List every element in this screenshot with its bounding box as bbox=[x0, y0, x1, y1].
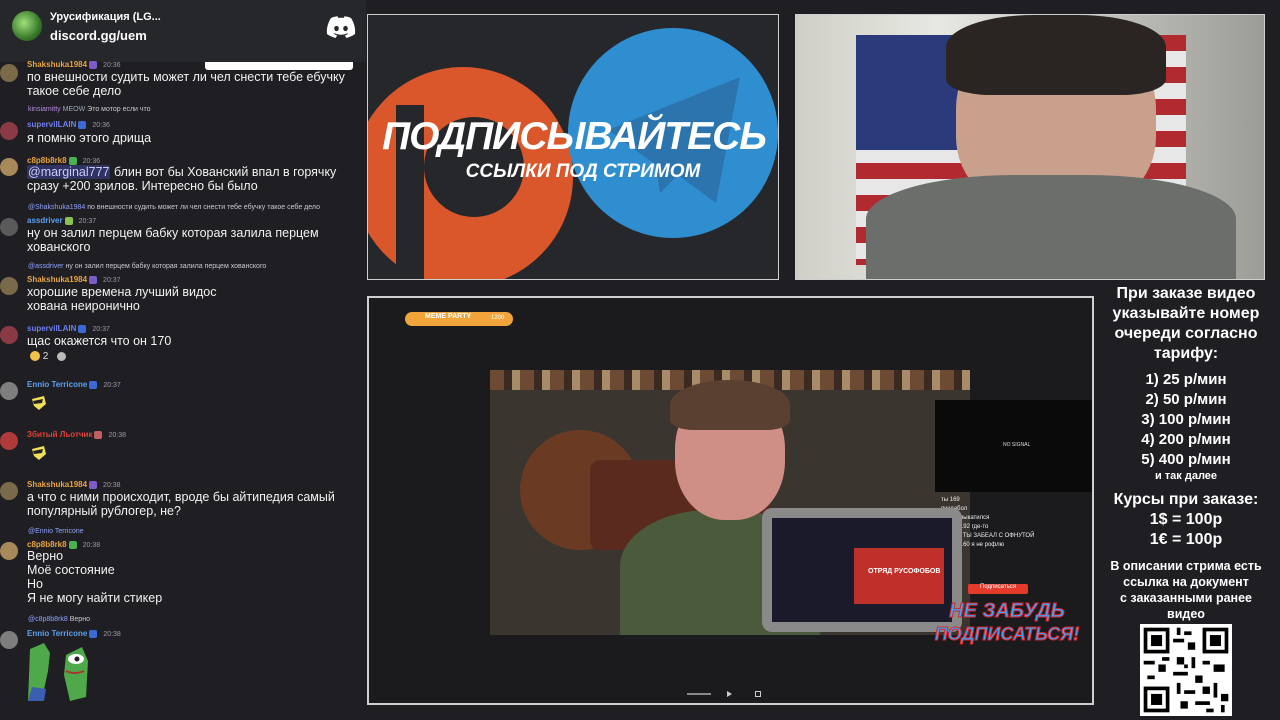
message-text: щас окажется что он 170 bbox=[27, 334, 172, 348]
sticker-icon bbox=[32, 396, 46, 410]
course-rate: 1€ = 100р bbox=[1149, 531, 1223, 548]
message-text: по внешности судить может ли чел снести … bbox=[27, 70, 345, 98]
sticker-icon bbox=[32, 446, 46, 460]
username: assdriver 20:37 bbox=[27, 216, 97, 225]
avatar bbox=[0, 542, 18, 560]
main-video-panel: МЕМЕ PARTY 1200 NO SIGNAL ты 169 пиздабо… bbox=[367, 296, 1094, 705]
no-signal-box: NO SIGNAL bbox=[935, 400, 1092, 492]
course-rate: 1$ = 100р bbox=[1149, 511, 1223, 528]
order-text-line: очереди согласно bbox=[1114, 325, 1258, 342]
description-line: видео bbox=[1167, 607, 1205, 621]
volume-slider[interactable] bbox=[687, 693, 711, 695]
server-invite-link[interactable]: discord.gg/uem bbox=[50, 28, 147, 43]
chat-message: Збитый Льотчик 20:38 bbox=[0, 428, 366, 468]
chat-message: c8p8b8rk8 20:38 Верно Моё состояние Но Я … bbox=[0, 538, 366, 605]
order-text-line: тарифу: bbox=[1153, 345, 1219, 362]
fullscreen-icon[interactable] bbox=[755, 691, 761, 697]
username: Shakshuka1984 20:38 bbox=[27, 480, 121, 489]
description-line: ссылка на документ bbox=[1123, 575, 1249, 589]
avatar bbox=[0, 326, 18, 344]
username: c8p8b8rk8 20:36 bbox=[27, 156, 101, 165]
meme-party-progress: МЕМЕ PARTY 1200 bbox=[405, 312, 513, 326]
avatar bbox=[0, 64, 18, 82]
avatar bbox=[0, 277, 18, 295]
chat-message: Shakshuka1984 20:36 по внешности судить м… bbox=[0, 58, 366, 98]
tariff-item: 4) 200 р/мин bbox=[1141, 431, 1231, 448]
pepe-sticker-icon bbox=[28, 643, 88, 701]
chat-message: Shakshuka1984 20:38 а что с ними происход… bbox=[0, 478, 366, 522]
avatar bbox=[0, 631, 18, 649]
person-shirt bbox=[866, 175, 1236, 279]
username: Shakshuka1984 20:37 bbox=[27, 275, 121, 284]
message-line: Я не могу найти стикер bbox=[27, 591, 163, 605]
player-controls[interactable] bbox=[685, 690, 775, 698]
user-mention[interactable]: @marginal777 bbox=[27, 165, 111, 179]
add-reaction-icon[interactable] bbox=[57, 351, 67, 361]
chat-message: supervilLAIN 20:36 я помню этого дрища bbox=[0, 118, 366, 148]
server-name: Урусификация (LG... bbox=[50, 11, 161, 23]
avatar bbox=[0, 122, 18, 140]
tariff-item: 2) 50 р/мин bbox=[1145, 391, 1227, 408]
promo-headline: ПОДПИСЫВАЙТЕСЬ bbox=[382, 115, 767, 158]
message-text: а что с ними происходит, вроде бы айтипе… bbox=[27, 490, 335, 518]
reply-preview: @c8p8b8rk8 Верно bbox=[28, 616, 90, 623]
username: Shakshuka1984 20:36 bbox=[27, 60, 121, 69]
message-text: ну он залил перцем бабку которая залила … bbox=[27, 226, 319, 254]
username: c8p8b8rk8 20:38 bbox=[27, 540, 101, 549]
courses-title: Курсы при заказе: bbox=[1113, 491, 1259, 508]
avatar bbox=[0, 432, 18, 450]
message-line: Но bbox=[27, 577, 43, 591]
qr-code-icon[interactable] bbox=[1140, 624, 1232, 716]
avatar bbox=[0, 482, 18, 500]
play-icon[interactable] bbox=[727, 691, 732, 697]
message-line: Моё состояние bbox=[27, 563, 115, 577]
description-line: с заказанными ранее bbox=[1119, 591, 1252, 605]
chat-message: assdriver 20:37 ну он залил перцем бабку … bbox=[0, 214, 366, 254]
tariff-item: 1) 25 р/мин bbox=[1145, 371, 1227, 388]
video-thumbnail: ОТРЯД РУСОФОБОВ bbox=[854, 548, 944, 604]
promo-panel: ПОДПИСЫВАЙТЕСЬ ССЫЛКИ ПОД СТРИМОМ bbox=[367, 14, 779, 280]
message-text: я помню этого дрища bbox=[27, 131, 152, 145]
avatar bbox=[0, 382, 18, 400]
promo-subline: ССЫЛКИ ПОД СТРИМОМ bbox=[465, 161, 701, 182]
avatar bbox=[0, 218, 18, 236]
username: supervilLAIN 20:36 bbox=[27, 120, 110, 129]
chat-message: Ennio Terricone 20:37 bbox=[0, 378, 366, 418]
chat-message: Shakshuka1984 20:37 хорошие времена лучши… bbox=[0, 273, 366, 313]
person-hair bbox=[946, 15, 1166, 95]
and-so-on: и так далее bbox=[1154, 470, 1218, 482]
username: Ennio Terricone 20:37 bbox=[27, 380, 121, 389]
mini-chat: ты 169 пиздабол Он бы выкатился Банан 19… bbox=[941, 497, 1035, 548]
chat-message: Ennio Terricone 20:38 bbox=[0, 627, 366, 707]
reply-preview: @Ennio Terricone bbox=[28, 528, 84, 535]
reaction-bar[interactable]: 2 bbox=[30, 351, 67, 362]
tariff-item: 3) 100 р/мин bbox=[1141, 411, 1231, 428]
message-line: Верно bbox=[27, 549, 64, 563]
order-text-line: указывайте номер bbox=[1112, 305, 1260, 322]
username: Збитый Льотчик 20:38 bbox=[27, 430, 126, 439]
webcam-feed bbox=[795, 14, 1265, 280]
avatar bbox=[0, 158, 18, 176]
chat-message: supervilLAIN 20:37 щас окажется что он 17… bbox=[0, 322, 366, 350]
tariff-item: 5) 400 р/мин bbox=[1141, 451, 1231, 468]
discord-chat: Shakshuka1984 20:36 по внешности судить м… bbox=[0, 58, 366, 720]
order-text-line: При заказе видео bbox=[1116, 285, 1256, 302]
reply-preview: @assdriver ну он залил перцем бабку кото… bbox=[28, 263, 267, 270]
reply-preview: kinsiamitty MEOW Это мотор если что bbox=[28, 106, 151, 113]
emoji-reaction-icon[interactable] bbox=[30, 351, 40, 362]
order-info-panel: При заказе видео указывайте номер очеред… bbox=[1100, 282, 1272, 720]
description-line: В описании стрима есть bbox=[1110, 559, 1262, 573]
server-icon bbox=[12, 11, 42, 41]
discord-logo-icon bbox=[326, 16, 356, 38]
subscribe-sticker: Подписаться НЕ ЗАБУДЬ ПОДПИСАТЬСЯ! bbox=[934, 584, 1080, 645]
username: supervilLAIN 20:37 bbox=[27, 324, 110, 333]
message-text: @marginal777 блин вот бы Хованский впал … bbox=[27, 165, 337, 193]
discord-widget-header: Урусификация (LG... discord.gg/uem bbox=[0, 0, 366, 62]
reply-preview: @Shakshuka1984 по внешности судить может… bbox=[28, 204, 320, 211]
message-text: хорошие времена лучший видос хована неир… bbox=[27, 285, 217, 313]
chat-message: c8p8b8rk8 20:36 @marginal777 блин вот бы … bbox=[0, 154, 366, 198]
person-hair bbox=[670, 380, 790, 430]
username: Ennio Terricone 20:38 bbox=[27, 629, 121, 638]
